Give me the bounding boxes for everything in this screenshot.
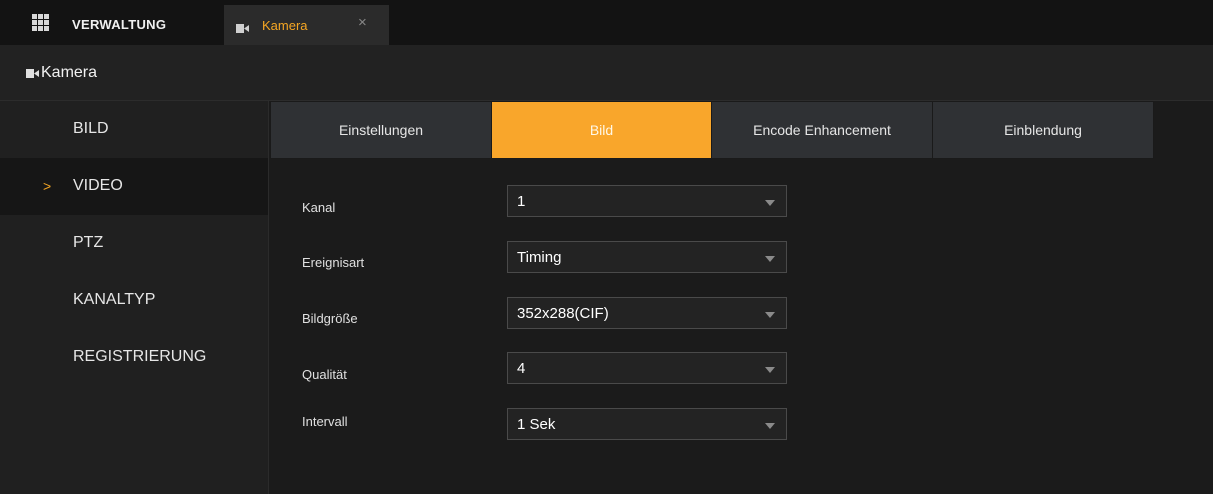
dropdown-arrow-icon [765,312,775,318]
sidebar-item-ptz[interactable]: PTZ [0,215,268,272]
select-value: Timing [517,249,562,266]
ereignisart-select[interactable]: Timing [507,241,787,273]
sidebar-item-label: KANALTYP [73,291,156,308]
select-value: 1 [517,193,526,210]
grid-menu-icon[interactable] [32,14,49,31]
tab-bild[interactable]: Bild [491,101,712,159]
sidebar-item-label: REGISTRIERUNG [73,348,207,365]
tab-einblendung[interactable]: Einblendung [932,101,1154,159]
tab-einstellungen[interactable]: Einstellungen [270,101,492,159]
top-bar: VERWALTUNG Kamera × [0,0,1213,45]
tab-label: Einblendung [1004,122,1082,138]
dropdown-arrow-icon [765,367,775,373]
select-value: 4 [517,360,526,377]
tab-label: Bild [589,122,614,138]
sidebar-item-bild[interactable]: BILD [0,101,268,158]
ereignisart-label: Ereignisart [302,255,365,270]
tab-encode-enhancement[interactable]: Encode Enhancement [711,101,933,159]
tab-label: Kamera [262,18,308,33]
chevron-right-icon: > [43,178,52,194]
sidebar-item-kanaltyp[interactable]: KANALTYP [0,272,268,329]
select-value: 352x288(CIF) [517,305,609,322]
dropdown-arrow-icon [765,256,775,262]
sidebar-item-registrierung[interactable]: REGISTRIERUNG [0,329,268,386]
close-icon[interactable]: × [358,14,367,31]
camera-icon [26,69,39,78]
camera-icon [236,24,249,33]
dropdown-arrow-icon [765,200,775,206]
sidebar-item-label: PTZ [73,234,104,251]
bildgroesse-select[interactable]: 352x288(CIF) [507,297,787,329]
bildgroesse-label: Bildgröße [302,311,358,326]
select-value: 1 Sek [517,416,556,433]
intervall-label: Intervall [302,414,348,429]
tab-kamera[interactable]: Kamera × [224,5,389,45]
sidebar-item-label: VIDEO [73,177,123,194]
sidebar-item-video[interactable]: > VIDEO [0,158,268,215]
app-title[interactable]: VERWALTUNG [72,17,166,32]
sidebar: BILD > VIDEO PTZ KANALTYP REGISTRIERUNG [0,101,269,494]
page-title: Kamera [41,64,98,81]
intervall-select[interactable]: 1 Sek [507,408,787,440]
kanal-select[interactable]: 1 [507,185,787,217]
page-header: Kamera [0,45,1213,101]
kanal-label: Kanal [302,200,336,215]
sidebar-item-label: BILD [73,120,109,137]
tab-label: Einstellungen [338,122,424,138]
dropdown-arrow-icon [765,423,775,429]
qualitaet-select[interactable]: 4 [507,352,787,384]
tab-label: Encode Enhancement [753,122,891,138]
qualitaet-label: Qualität [302,367,347,382]
